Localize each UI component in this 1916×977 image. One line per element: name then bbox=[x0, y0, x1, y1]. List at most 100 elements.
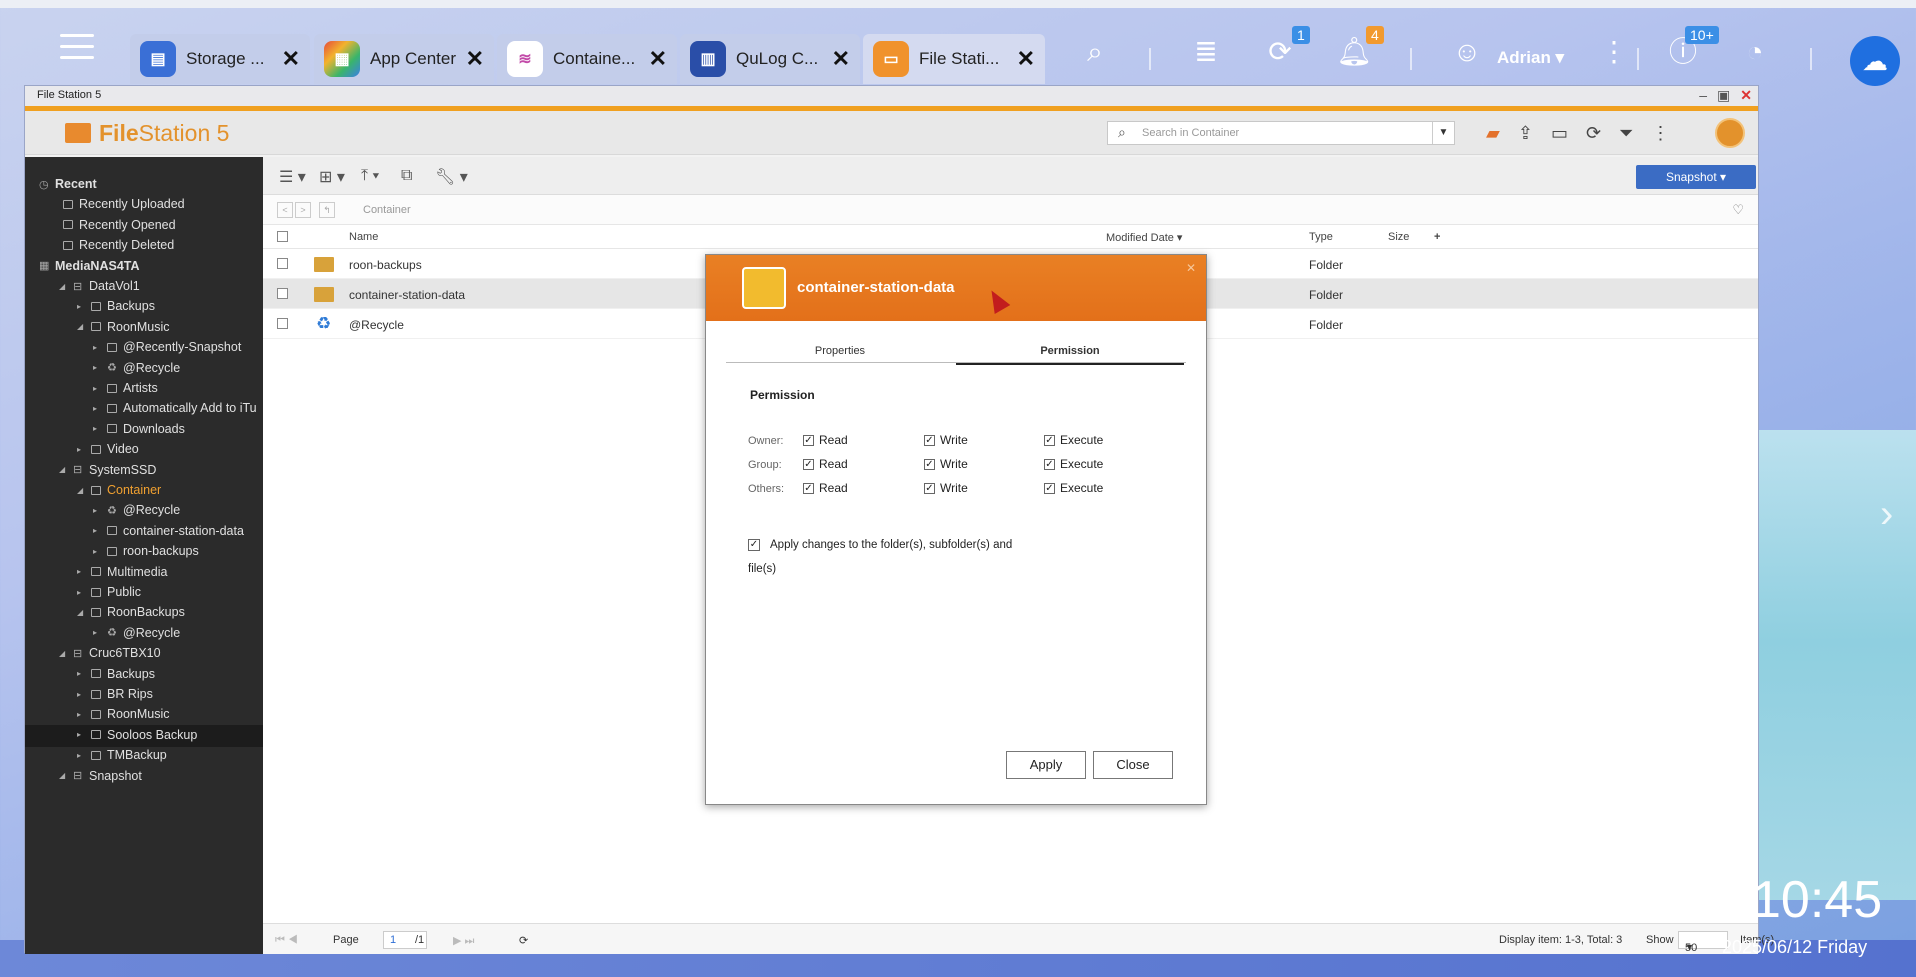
upload-icon[interactable]: ⤒ ▾ bbox=[361, 167, 379, 185]
first-page-icon[interactable]: ⏮ ◀ bbox=[275, 934, 298, 947]
favorite-icon[interactable]: ♡ bbox=[1732, 202, 1744, 218]
sidebar-item[interactable]: ▸ Public bbox=[77, 582, 141, 602]
expand-toggle-icon[interactable]: ▸ bbox=[93, 363, 101, 372]
expand-toggle-icon[interactable]: ▸ bbox=[93, 628, 101, 637]
execute-checkbox[interactable]: ✓ Execute bbox=[1044, 433, 1103, 447]
sidebar-item[interactable]: ▸ Multimedia bbox=[77, 562, 167, 582]
sidebar-item[interactable]: ▸ ♻ @Recycle bbox=[93, 623, 180, 643]
main-menu-icon[interactable] bbox=[60, 34, 94, 64]
sidebar-item[interactable]: ▸ Sooloos Backup bbox=[77, 725, 197, 745]
refresh-icon[interactable]: ⟳ bbox=[1586, 123, 1601, 144]
tab-qulog[interactable]: ▥ QuLog C... ✕ bbox=[680, 34, 860, 84]
sidebar-item[interactable]: ▸ roon-backups bbox=[93, 541, 199, 561]
row-checkbox[interactable] bbox=[277, 258, 288, 269]
view-mode-icon[interactable]: ☰ ▾ bbox=[279, 167, 306, 187]
expand-toggle-icon[interactable]: ◢ bbox=[59, 465, 67, 474]
expand-toggle-icon[interactable]: ▸ bbox=[77, 751, 85, 760]
expand-toggle-icon[interactable]: ▸ bbox=[93, 526, 101, 535]
expand-toggle-icon[interactable]: ▸ bbox=[77, 669, 85, 678]
column-size[interactable]: Size bbox=[1388, 231, 1409, 243]
close-window-icon[interactable]: ✕ bbox=[1740, 87, 1752, 104]
write-checkbox[interactable]: ✓ Write bbox=[924, 457, 968, 471]
sidebar-item[interactable]: ▦ MediaNAS4TA bbox=[39, 256, 140, 276]
expand-toggle-icon[interactable]: ▸ bbox=[77, 730, 85, 739]
expand-toggle-icon[interactable]: ▸ bbox=[77, 588, 85, 597]
close-icon[interactable]: ✕ bbox=[466, 48, 484, 70]
tab-permission[interactable]: Permission bbox=[956, 345, 1184, 365]
expand-toggle-icon[interactable]: ◢ bbox=[77, 608, 85, 617]
column-name[interactable]: Name bbox=[349, 231, 378, 243]
expand-toggle-icon[interactable]: ▸ bbox=[93, 547, 101, 556]
tab-app-center[interactable]: ▦ App Center ✕ bbox=[314, 34, 494, 84]
apply-button[interactable]: Apply bbox=[1006, 751, 1086, 779]
maximize-icon[interactable]: ▣ bbox=[1717, 87, 1730, 104]
expand-toggle-icon[interactable]: ▸ bbox=[77, 710, 85, 719]
expand-toggle-icon[interactable]: ▸ bbox=[93, 506, 101, 515]
tools-icon[interactable]: 🔧︎ ▾ bbox=[435, 167, 468, 187]
chevron-right-icon[interactable]: › bbox=[1880, 492, 1893, 537]
forward-icon[interactable]: > bbox=[295, 202, 311, 218]
sidebar-item[interactable]: ▸ Backups bbox=[77, 664, 155, 684]
dashboard-gauge-icon[interactable]: ◔ bbox=[1735, 32, 1775, 72]
add-column-icon[interactable]: + bbox=[1434, 231, 1440, 243]
sidebar-item[interactable]: Recently Deleted bbox=[63, 235, 174, 255]
tab-storage[interactable]: ▤ Storage ... ✕ bbox=[130, 34, 310, 84]
expand-toggle-icon[interactable]: ▸ bbox=[77, 302, 85, 311]
sidebar-item[interactable]: ◢ ⊟ Cruc6TBX10 bbox=[59, 643, 161, 663]
sidebar-item[interactable]: ▸ Downloads bbox=[93, 419, 185, 439]
column-type[interactable]: Type bbox=[1309, 231, 1333, 243]
expand-toggle-icon[interactable]: ◢ bbox=[77, 486, 85, 495]
new-folder-icon[interactable]: ▰ bbox=[1486, 123, 1500, 144]
more-options-icon[interactable]: ⋮ bbox=[1651, 123, 1669, 144]
user-icon[interactable]: ☺ bbox=[1447, 32, 1487, 72]
expand-toggle-icon[interactable]: ▸ bbox=[77, 445, 85, 454]
expand-toggle-icon[interactable]: ◢ bbox=[59, 771, 67, 780]
background-tasks-icon[interactable] bbox=[1715, 118, 1745, 148]
sidebar-item[interactable]: ▸ @Recently-Snapshot bbox=[93, 337, 241, 357]
tab-properties[interactable]: Properties bbox=[726, 345, 954, 357]
remote-mount-icon[interactable]: ▭ bbox=[1551, 123, 1568, 144]
up-level-icon[interactable]: ↰ bbox=[319, 202, 335, 218]
expand-toggle-icon[interactable]: ◢ bbox=[59, 649, 67, 658]
sidebar-item[interactable]: ▸ Backups bbox=[77, 296, 155, 316]
row-checkbox[interactable] bbox=[277, 288, 288, 299]
sidebar-item[interactable]: ▸ ♻ @Recycle bbox=[93, 500, 180, 520]
more-options-icon[interactable]: ⋮ bbox=[1594, 32, 1634, 72]
sidebar-item[interactable]: ▸ RoonMusic bbox=[77, 704, 170, 724]
column-modified[interactable]: Modified Date ▾ bbox=[1106, 231, 1182, 244]
expand-toggle-icon[interactable]: ◢ bbox=[77, 322, 85, 331]
expand-toggle-icon[interactable]: ◢ bbox=[59, 282, 67, 291]
expand-toggle-icon[interactable]: ▸ bbox=[93, 424, 101, 433]
sidebar-item[interactable]: ◢ ⊟ SystemSSD bbox=[59, 460, 156, 480]
minimize-icon[interactable]: – bbox=[1699, 87, 1707, 104]
sidebar-item[interactable]: ▸ ♻ @Recycle bbox=[93, 358, 180, 378]
execute-checkbox[interactable]: ✓ Execute bbox=[1044, 457, 1103, 471]
sidebar-item[interactable]: ◷ Recent bbox=[39, 174, 97, 194]
expand-toggle-icon[interactable]: ▸ bbox=[77, 567, 85, 576]
close-icon[interactable]: ✕ bbox=[1186, 261, 1196, 275]
create-icon[interactable]: ⊞ ▾ bbox=[319, 167, 345, 187]
close-icon[interactable]: ✕ bbox=[1017, 48, 1035, 70]
cloud-icon[interactable]: ☁ bbox=[1850, 36, 1900, 86]
user-menu[interactable]: Adrian ▾ bbox=[1497, 48, 1564, 68]
expand-toggle-icon[interactable]: ▸ bbox=[77, 690, 85, 699]
back-icon[interactable]: < bbox=[277, 202, 293, 218]
sidebar-item[interactable]: ▸ BR Rips bbox=[77, 684, 153, 704]
execute-checkbox[interactable]: ✓ Execute bbox=[1044, 481, 1103, 495]
sidebar-item[interactable]: ▸ Automatically Add to iTu bbox=[93, 398, 257, 418]
upload-icon[interactable]: ⇪ bbox=[1518, 123, 1533, 144]
next-page-icon[interactable]: ▶ ⏭ bbox=[453, 934, 474, 948]
write-checkbox[interactable]: ✓ Write bbox=[924, 433, 968, 447]
sidebar-item[interactable]: ◢ RoonMusic bbox=[77, 317, 170, 337]
close-button[interactable]: Close bbox=[1093, 751, 1173, 779]
stack-icon[interactable]: ≣ bbox=[1186, 32, 1226, 72]
sidebar-item[interactable]: ◢ ⊟ DataVol1 bbox=[59, 276, 140, 296]
sidebar-item[interactable]: ▸ TMBackup bbox=[77, 745, 167, 765]
tab-file-station[interactable]: ▭ File Stati... ✕ bbox=[863, 34, 1045, 84]
select-all-checkbox[interactable] bbox=[277, 231, 288, 242]
close-icon[interactable]: ✕ bbox=[832, 48, 850, 70]
sidebar-item[interactable]: Recently Uploaded bbox=[63, 194, 185, 214]
refresh-icon[interactable]: ⟳ bbox=[519, 934, 528, 947]
sidebar-item[interactable]: ▸ Artists bbox=[93, 378, 158, 398]
sidebar-item[interactable]: ◢ ⊟ Snapshot bbox=[59, 766, 142, 786]
